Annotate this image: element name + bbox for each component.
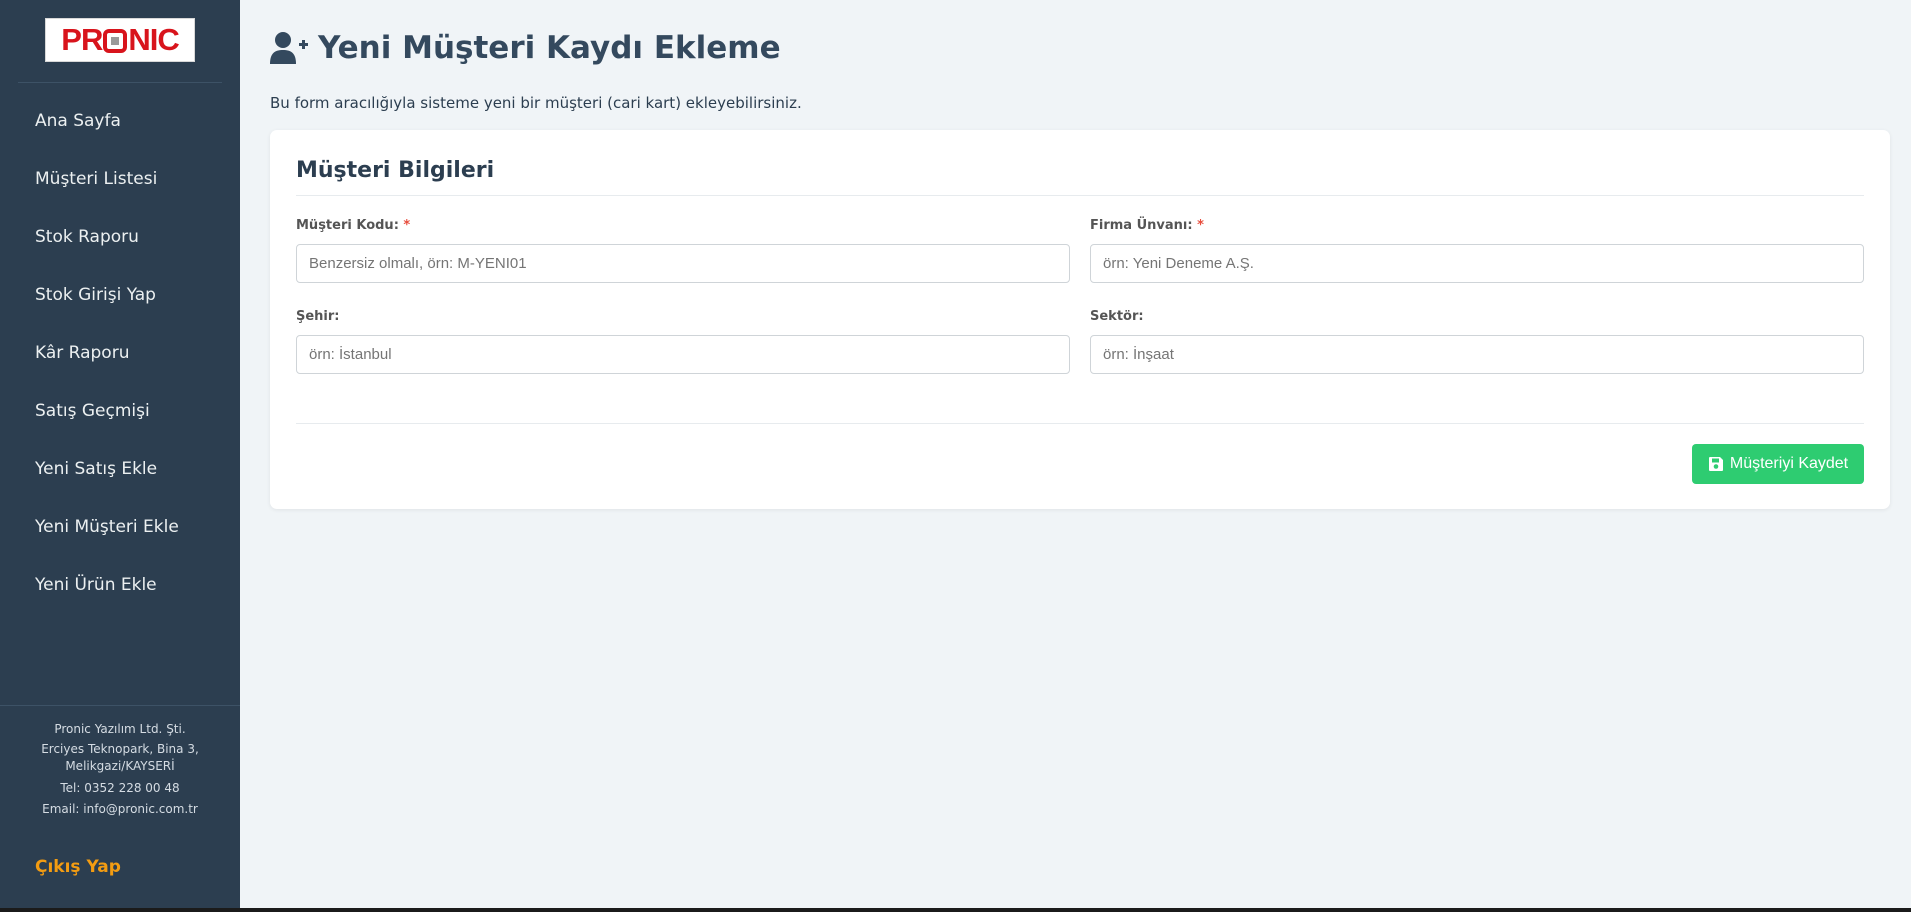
sidebar-item-yeni-musteri-ekle[interactable]: Yeni Müşteri Ekle xyxy=(0,498,240,556)
customer-code-label: Müşteri Kodu: * xyxy=(296,218,411,233)
sidebar-item-ana-sayfa[interactable]: Ana Sayfa xyxy=(0,92,240,150)
company-info: Pronic Yazılım Ltd. Şti. Erciyes Teknopa… xyxy=(0,720,240,819)
save-button-label: Müşteriyi Kaydet xyxy=(1729,455,1849,472)
sidebar-divider xyxy=(18,82,222,83)
company-title-group: Firma Ünvanı: * xyxy=(1090,218,1864,283)
sidebar: PR NIC Ana Sayfa Müşteri Listesi Stok Rap… xyxy=(0,0,240,908)
company-address: Erciyes Teknopark, Bina 3, Melikgazi/KAY… xyxy=(0,741,240,775)
user-plus-icon xyxy=(270,32,308,64)
sidebar-item-satis-gecmisi[interactable]: Satış Geçmişi xyxy=(0,382,240,440)
section-title: Müşteri Bilgileri xyxy=(296,158,495,183)
window-bottom-edge xyxy=(0,908,1911,912)
customer-code-group: Müşteri Kodu: * xyxy=(296,218,1070,283)
company-title-label: Firma Ünvanı: * xyxy=(1090,218,1204,233)
customer-form-card: Müşteri Bilgileri Müşteri Kodu: * Firma … xyxy=(270,130,1890,509)
address-line-1: Erciyes Teknopark, Bina 3, xyxy=(41,742,199,756)
sidebar-item-yeni-satis-ekle[interactable]: Yeni Satış Ekle xyxy=(0,440,240,498)
page-title-text: Yeni Müşteri Kaydı Ekleme xyxy=(318,30,781,66)
company-title-input[interactable] xyxy=(1090,244,1864,283)
page-title: Yeni Müşteri Kaydı Ekleme xyxy=(270,30,781,66)
city-group: Şehir: xyxy=(296,309,1070,374)
customer-code-input[interactable] xyxy=(296,244,1070,283)
sidebar-item-kar-raporu[interactable]: Kâr Raporu xyxy=(0,324,240,382)
sidebar-item-stok-raporu[interactable]: Stok Raporu xyxy=(0,208,240,266)
sector-label: Sektör: xyxy=(1090,309,1144,324)
page-subtitle: Bu form aracılığıyla sisteme yeni bir mü… xyxy=(270,94,802,112)
required-mark: * xyxy=(403,218,411,233)
company-phone: Tel: 0352 228 00 48 xyxy=(60,781,180,795)
city-input[interactable] xyxy=(296,335,1070,374)
form-actions-divider xyxy=(296,423,1864,424)
brand-logo[interactable]: PR NIC xyxy=(45,18,195,62)
required-mark: * xyxy=(1197,218,1204,233)
address-line-2: Melikgazi/KAYSERİ xyxy=(65,759,175,773)
sidebar-item-stok-girisi-yap[interactable]: Stok Girişi Yap xyxy=(0,266,240,324)
sidebar-item-yeni-urun-ekle[interactable]: Yeni Ürün Ekle xyxy=(0,556,240,614)
section-divider xyxy=(296,195,1864,196)
sector-group: Sektör: xyxy=(1090,309,1864,374)
logo-wordmark: PR NIC xyxy=(61,22,179,57)
company-email: Email: info@pronic.com.tr xyxy=(42,802,198,816)
city-label: Şehir: xyxy=(296,309,340,324)
sidebar-item-musteri-listesi[interactable]: Müşteri Listesi xyxy=(0,150,240,208)
save-customer-button[interactable]: Müşteriyi Kaydet xyxy=(1692,444,1864,484)
sidebar-nav: Ana Sayfa Müşteri Listesi Stok Raporu St… xyxy=(0,92,240,614)
sector-input[interactable] xyxy=(1090,335,1864,374)
sidebar-footer-divider xyxy=(0,705,240,706)
company-name: Pronic Yazılım Ltd. Şti. xyxy=(54,722,186,736)
logout-link[interactable]: Çıkış Yap xyxy=(35,857,121,877)
save-icon xyxy=(1708,457,1723,471)
